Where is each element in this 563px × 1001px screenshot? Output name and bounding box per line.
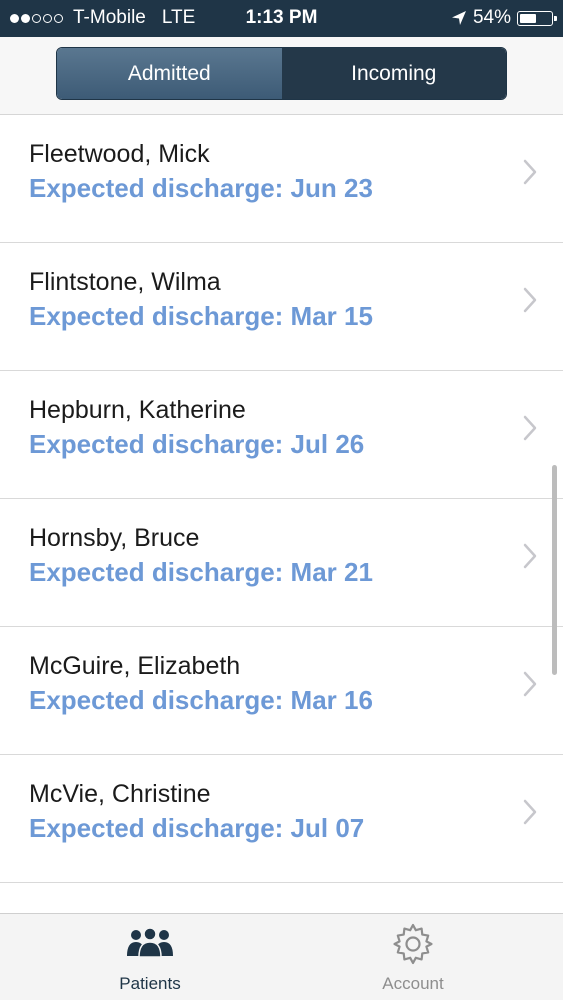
chevron-right-icon: [523, 543, 537, 569]
patient-name: McVie, Christine: [29, 780, 211, 808]
expected-discharge: Expected discharge: Mar 16: [29, 685, 373, 715]
patient-row[interactable]: Flintstone, Wilma Expected discharge: Ma…: [0, 243, 563, 371]
patient-name: Fleetwood, Mick: [29, 140, 210, 168]
patient-row[interactable]: McGuire, Elizabeth Expected discharge: M…: [0, 627, 563, 755]
people-icon: [127, 927, 173, 958]
expected-discharge: Expected discharge: Mar 15: [29, 301, 373, 331]
tab-bar: Patients Account: [0, 913, 563, 1000]
chevron-right-icon: [523, 415, 537, 441]
expected-discharge: Expected discharge: Jul 07: [29, 813, 365, 843]
tab-patients[interactable]: Patients: [50, 914, 250, 1001]
battery-percent: 54%: [472, 7, 511, 28]
tab-account[interactable]: Account: [313, 914, 513, 1001]
network-type: LTE: [161, 7, 196, 28]
expected-discharge: Expected discharge: Jul 26: [29, 429, 365, 459]
patient-row-partial[interactable]: [0, 883, 563, 913]
status-right: 54%: [451, 7, 557, 29]
expected-discharge: Expected discharge: Jun 23: [29, 173, 373, 203]
expected-discharge: Expected discharge: Mar 21: [29, 557, 373, 587]
chevron-right-icon: [523, 799, 537, 825]
scrollbar[interactable]: [552, 465, 557, 675]
segmented-control: Admitted Incoming: [56, 47, 507, 100]
tab-account-label: Account: [382, 974, 444, 993]
segment-admitted[interactable]: Admitted: [57, 48, 282, 99]
gear-icon: [393, 923, 433, 965]
patient-row[interactable]: Hepburn, Katherine Expected discharge: J…: [0, 371, 563, 499]
patient-name: Hepburn, Katherine: [29, 396, 246, 424]
status-bar: T-Mobile LTE 1:13 PM 54%: [0, 0, 563, 37]
tab-patients-label: Patients: [119, 974, 181, 993]
battery-icon: [517, 10, 557, 26]
patient-name: Hornsby, Bruce: [29, 524, 200, 552]
status-left: T-Mobile LTE: [10, 7, 195, 29]
signal-strength-icon: [10, 13, 65, 23]
patient-row[interactable]: Hornsby, Bruce Expected discharge: Mar 2…: [0, 499, 563, 627]
patient-name: Flintstone, Wilma: [29, 268, 221, 296]
segment-incoming[interactable]: Incoming: [281, 48, 506, 99]
patient-row[interactable]: McVie, Christine Expected discharge: Jul…: [0, 755, 563, 883]
header: Admitted Incoming: [0, 37, 563, 115]
chevron-right-icon: [523, 159, 537, 185]
chevron-right-icon: [523, 671, 537, 697]
carrier-name: T-Mobile: [73, 7, 146, 28]
patient-row[interactable]: Fleetwood, Mick Expected discharge: Jun …: [0, 115, 563, 243]
patient-list[interactable]: Fleetwood, Mick Expected discharge: Jun …: [0, 115, 563, 913]
chevron-right-icon: [523, 287, 537, 313]
battery-fill: [520, 13, 536, 23]
patient-name: McGuire, Elizabeth: [29, 652, 241, 680]
location-arrow-icon: [451, 11, 466, 25]
